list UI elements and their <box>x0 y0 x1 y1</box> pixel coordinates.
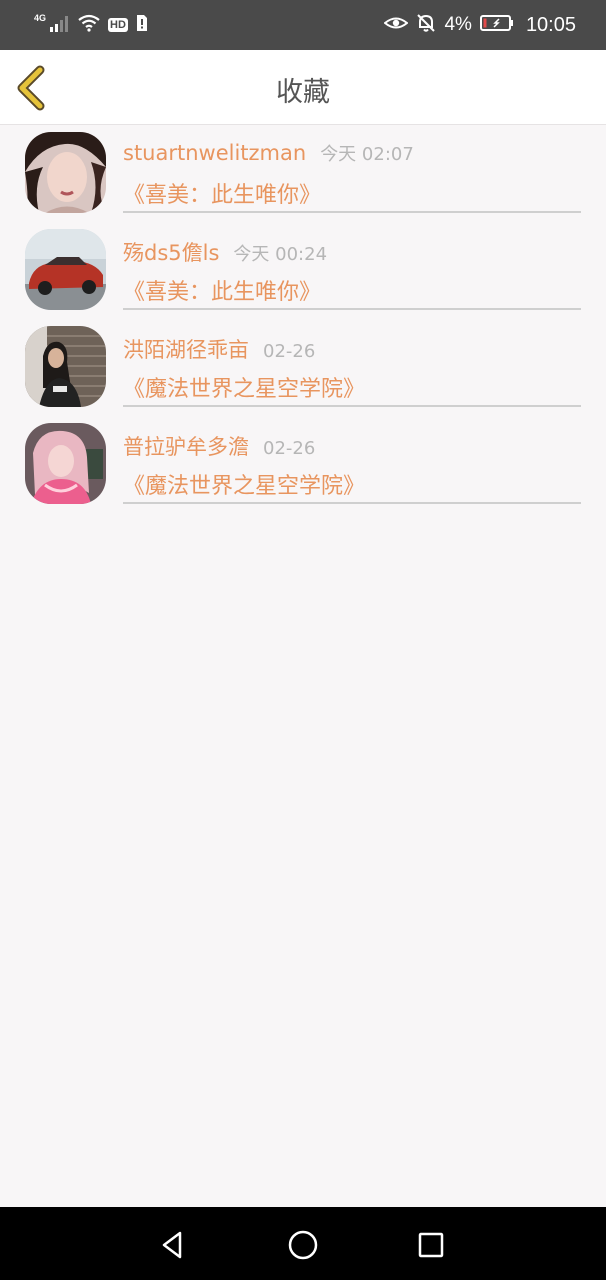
username-text: 殇ds5儋ls <box>123 241 220 265</box>
nav-back-button[interactable] <box>153 1225 193 1265</box>
list-item[interactable]: 殇ds5儋ls 今天 00:24 《喜美：此生唯你》 <box>0 221 606 318</box>
avatar[interactable] <box>25 229 106 310</box>
list-item[interactable]: 普拉驴牟多澹 02-26 《魔法世界之星空学院》 <box>0 415 606 512</box>
network-type-label: 4G <box>34 13 47 23</box>
favorites-list: stuartnwelitzman 今天 02:07 《喜美：此生唯你》 殇ds5儋… <box>0 124 606 512</box>
status-bar: 4G HD 4% 10:05 <box>0 0 606 50</box>
username-text: stuartnwelitzman <box>123 141 307 165</box>
divider <box>123 308 581 310</box>
username: 普拉驴牟多澹 02-26 <box>123 431 315 461</box>
avatar[interactable] <box>25 423 106 504</box>
divider <box>123 502 581 504</box>
timestamp: 今天 00:24 <box>233 244 328 265</box>
status-left: 4G HD <box>34 12 148 38</box>
divider <box>123 211 581 213</box>
recents-square-icon <box>418 1232 444 1258</box>
page-title: 收藏 <box>276 77 330 108</box>
nav-home-button[interactable] <box>283 1225 323 1265</box>
signal-icon <box>50 14 70 36</box>
sim-icon <box>136 14 148 36</box>
battery-icon <box>479 14 514 36</box>
wifi-icon <box>78 14 100 36</box>
list-item[interactable]: stuartnwelitzman 今天 02:07 《喜美：此生唯你》 <box>0 124 606 221</box>
avatar[interactable] <box>25 132 106 213</box>
mute-bell-icon <box>416 13 436 37</box>
book-title[interactable]: 《魔法世界之星空学院》 <box>123 371 365 403</box>
username: 殇ds5儋ls 今天 00:24 <box>123 237 327 267</box>
eye-icon <box>383 14 410 36</box>
username-text: 普拉驴牟多澹 <box>123 435 249 459</box>
avatar[interactable] <box>25 326 106 407</box>
status-right: 4% 10:05 <box>383 12 576 38</box>
book-title[interactable]: 《喜美：此生唯你》 <box>123 274 321 306</box>
timestamp: 02-26 <box>263 438 316 459</box>
clock-time: 10:05 <box>525 13 576 36</box>
divider <box>123 405 581 407</box>
book-title[interactable]: 《魔法世界之星空学院》 <box>123 468 365 500</box>
battery-percent: 4% <box>444 14 472 35</box>
home-circle-icon <box>288 1230 318 1260</box>
timestamp: 02-26 <box>263 341 316 362</box>
app-header: 收藏 <box>0 50 606 125</box>
timestamp: 今天 02:07 <box>320 144 414 165</box>
username: 洪陌湖径乖亩 02-26 <box>123 334 315 364</box>
hd-icon: HD <box>108 18 128 32</box>
list-item[interactable]: 洪陌湖径乖亩 02-26 《魔法世界之星空学院》 <box>0 318 606 415</box>
back-triangle-icon <box>162 1231 182 1259</box>
system-nav-bar <box>0 1207 606 1280</box>
username: stuartnwelitzman 今天 02:07 <box>123 140 414 166</box>
username-text: 洪陌湖径乖亩 <box>123 338 249 362</box>
book-title[interactable]: 《喜美：此生唯你》 <box>123 177 321 209</box>
nav-recents-button[interactable] <box>411 1225 451 1265</box>
